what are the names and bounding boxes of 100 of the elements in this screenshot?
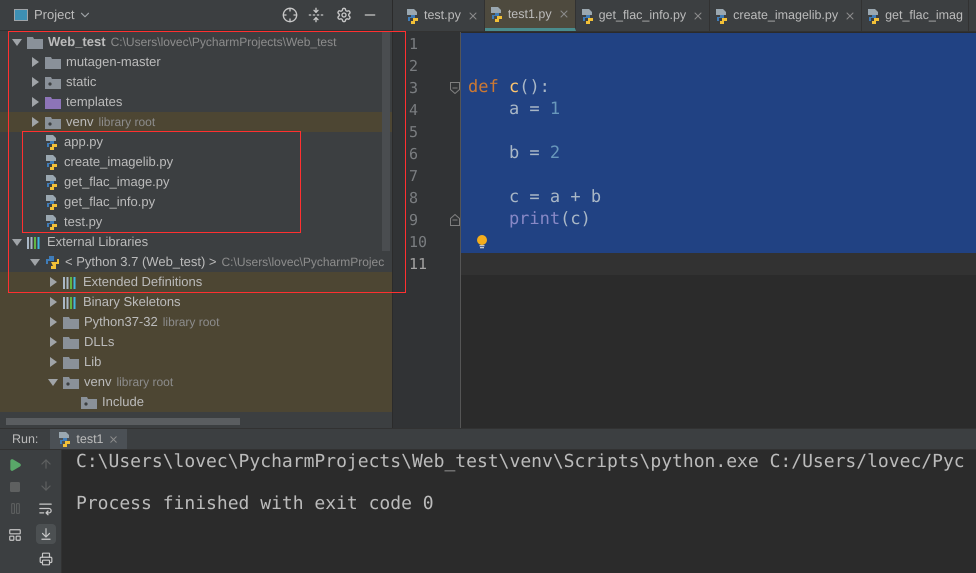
python-file-icon: [58, 431, 72, 447]
tree-item[interactable]: < Python 3.7 (Web_test) > C:\Users\lovec\PycharmProjec: [30, 253, 384, 271]
tree-item-hint: library root: [116, 374, 174, 391]
folder-icon: [63, 336, 79, 348]
tree-item-label: mutagen-master: [66, 53, 161, 72]
tree-item-label: Extended Definitions: [83, 273, 202, 292]
tree-item-label: venv: [66, 113, 94, 132]
collapsed-arrow-icon[interactable]: [48, 357, 58, 367]
tree-item-hint: C:\Users\lovec\PycharmProjec: [222, 254, 384, 271]
tree-item-label: Web_test: [48, 33, 106, 52]
expanded-arrow-icon[interactable]: [48, 377, 58, 387]
expanded-arrow-icon[interactable]: [30, 257, 40, 267]
python-file-icon: [580, 8, 595, 24]
tree-item[interactable]: Web_test C:\Users\lovec\PycharmProjects\Web_test: [12, 33, 336, 51]
print-icon[interactable]: [38, 552, 53, 566]
editor-tab[interactable]: get_flac_info.py: [576, 0, 710, 31]
tree-item[interactable]: app.py: [30, 133, 104, 151]
python-file-icon: [406, 8, 420, 24]
line-number: 1: [409, 34, 418, 55]
module-folder-icon: [81, 396, 97, 408]
scroll-to-end-button[interactable]: [36, 524, 56, 544]
expanded-arrow-icon[interactable]: [12, 237, 22, 247]
collapse-all-icon[interactable]: [308, 7, 324, 23]
vertical-scrollbar[interactable]: [382, 31, 390, 251]
tree-item[interactable]: create_imagelib.py: [30, 153, 174, 171]
library-icon: [63, 296, 78, 308]
close-icon[interactable]: [558, 8, 570, 20]
collapsed-arrow-icon[interactable]: [48, 337, 58, 347]
editor-tab[interactable]: test1.py: [484, 0, 576, 31]
python-file-icon: [45, 214, 59, 230]
folder-icon: [63, 356, 79, 368]
python-logo-icon: [45, 254, 60, 270]
scroll-to-end-icon: [38, 527, 53, 541]
tree-item-label: Binary Skeletons: [83, 293, 181, 312]
folder-icon: [45, 96, 61, 108]
tree-item[interactable]: static: [30, 73, 96, 91]
panel-title[interactable]: Project: [34, 5, 74, 25]
editor-tab[interactable]: create_imagelib.py: [710, 0, 862, 31]
settings-icon[interactable]: [336, 7, 352, 23]
layout-icon[interactable]: [8, 528, 22, 542]
module-folder-icon: [45, 76, 61, 88]
tree-item-label: < Python 3.7 (Web_test) >: [65, 253, 217, 272]
line-number: 4: [409, 100, 418, 121]
fold-marker-icon[interactable]: [450, 214, 460, 226]
line-number: 3: [409, 78, 418, 99]
line-number: 5: [409, 122, 418, 143]
tree-item-label: Python37-32: [84, 313, 158, 332]
locate-icon[interactable]: [282, 7, 298, 23]
tree-item-label: app.py: [64, 133, 104, 152]
python-file-icon: [45, 154, 59, 170]
python-file-icon: [490, 6, 504, 22]
tree-item[interactable]: External Libraries: [12, 233, 148, 251]
collapsed-arrow-icon[interactable]: [30, 57, 40, 67]
close-icon[interactable]: [466, 10, 479, 22]
tree-item-label: create_imagelib.py: [64, 153, 174, 172]
line-number: 7: [409, 166, 418, 187]
tree-item-label: External Libraries: [47, 233, 148, 252]
line-number: 2: [409, 56, 418, 77]
collapsed-arrow-icon[interactable]: [48, 297, 58, 307]
tree-item[interactable]: mutagen-master: [30, 53, 161, 71]
expanded-arrow-icon[interactable]: [12, 37, 22, 47]
tree-item[interactable]: get_flac_image.py: [30, 173, 170, 191]
close-icon[interactable]: [108, 434, 119, 444]
collapsed-arrow-icon[interactable]: [30, 117, 40, 127]
collapsed-arrow-icon[interactable]: [48, 317, 58, 327]
close-icon[interactable]: [844, 10, 856, 22]
run-label: Run:: [12, 430, 38, 448]
tree-item-hint: library root: [162, 314, 220, 331]
tree-item-label: venv: [84, 373, 112, 392]
collapsed-arrow-icon[interactable]: [30, 97, 40, 107]
tree-item-label: Include: [102, 393, 144, 412]
editor-tab[interactable]: get_flac_imag: [862, 0, 969, 31]
line-number: 10: [409, 232, 428, 253]
tree-item[interactable]: test.py: [30, 213, 102, 231]
run-tab[interactable]: test1: [50, 429, 127, 449]
collapsed-arrow-icon[interactable]: [48, 277, 58, 287]
run-icon[interactable]: [8, 458, 22, 472]
tab-label: get_flac_imag: [885, 7, 963, 24]
python-file-icon: [867, 8, 882, 24]
editor-tab[interactable]: test.py: [401, 0, 485, 31]
python-file-icon: [45, 134, 59, 150]
tab-label: test1.py: [508, 6, 552, 23]
tree-item-hint: C:\Users\lovec\PycharmProjects\Web_test: [110, 34, 336, 51]
tree-item[interactable]: get_flac_info.py: [30, 193, 156, 211]
folder-icon: [63, 316, 79, 328]
folder-icon: [45, 56, 61, 68]
lightbulb-icon[interactable]: [476, 235, 488, 249]
horizontal-scrollbar[interactable]: [6, 418, 240, 425]
tree-item-label: Lib: [84, 353, 102, 372]
collapsed-arrow-icon[interactable]: [30, 77, 40, 87]
module-folder-icon: [45, 116, 61, 128]
line-number: 11: [409, 254, 428, 275]
tab-label: get_flac_info.py: [598, 7, 686, 24]
line-number: 9: [409, 210, 418, 231]
close-icon[interactable]: [692, 10, 704, 22]
tree-item[interactable]: templates: [30, 93, 122, 111]
fold-marker-icon[interactable]: [450, 82, 460, 94]
code-area[interactable]: def c(): a = 1 b = 2 c = a + b print(c): [461, 32, 976, 428]
soft-wrap-icon[interactable]: [38, 501, 54, 516]
tree-item-label: get_flac_image.py: [64, 173, 170, 192]
